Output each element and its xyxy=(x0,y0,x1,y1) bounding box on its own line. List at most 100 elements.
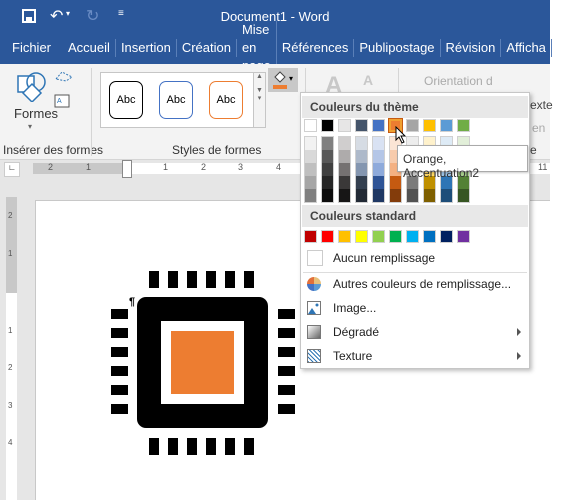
chip-pin xyxy=(187,271,197,288)
more-fill-colors-item[interactable]: Autres couleurs de remplissage... xyxy=(301,273,529,295)
theme-shade-swatch[interactable] xyxy=(373,137,384,150)
theme-color-swatch[interactable] xyxy=(304,119,317,132)
theme-shade-swatch[interactable] xyxy=(305,137,316,150)
theme-color-swatch[interactable] xyxy=(338,119,351,132)
gallery-scroll[interactable]: ▲ ▼ ▾ xyxy=(253,72,266,128)
edit-shape-icon[interactable] xyxy=(54,69,76,83)
theme-shade-swatch[interactable] xyxy=(373,150,384,163)
theme-shade-swatch[interactable] xyxy=(390,176,401,189)
standard-color-swatch[interactable] xyxy=(457,230,470,243)
theme-shade-swatch[interactable] xyxy=(458,189,469,202)
theme-color-swatch[interactable] xyxy=(321,119,334,132)
theme-color-swatch[interactable] xyxy=(406,119,419,132)
chip-pin xyxy=(244,271,254,288)
style-sample-orange[interactable]: Abc xyxy=(209,81,243,119)
texture-fill-item[interactable]: Texture xyxy=(301,345,529,367)
standard-color-swatch[interactable] xyxy=(304,230,317,243)
gradient-fill-label: Dégradé xyxy=(333,325,380,339)
ruler-tick: 11 xyxy=(538,162,548,172)
ruler-tick: 1 xyxy=(8,249,13,258)
more-fill-colors-label: Autres couleurs de remplissage... xyxy=(333,277,512,291)
chip-pin xyxy=(187,438,197,455)
shapes-label[interactable]: Formes xyxy=(14,106,58,121)
style-sample-black[interactable]: Abc xyxy=(109,81,143,119)
chip-pin xyxy=(278,404,295,414)
theme-shade-swatch[interactable] xyxy=(424,189,435,202)
theme-shade-swatch[interactable] xyxy=(373,163,384,176)
text-box-icon[interactable]: A xyxy=(54,94,70,108)
paint-bucket-icon xyxy=(273,71,287,89)
theme-shade-swatch[interactable] xyxy=(339,189,350,202)
theme-shade-swatch[interactable] xyxy=(441,189,452,202)
indent-marker[interactable] xyxy=(122,160,132,178)
chip-pin xyxy=(111,328,128,338)
chip-pin xyxy=(111,404,128,414)
theme-shade-swatch[interactable] xyxy=(356,176,367,189)
theme-shade-swatch[interactable] xyxy=(305,150,316,163)
standard-color-swatch[interactable] xyxy=(389,230,402,243)
theme-shade-swatch[interactable] xyxy=(305,176,316,189)
vertical-ruler[interactable] xyxy=(6,293,17,500)
tab-creation[interactable]: Création xyxy=(177,39,237,57)
tab-affichage[interactable]: Afficha xyxy=(501,39,552,57)
gradient-fill-item[interactable]: Dégradé xyxy=(301,321,529,343)
theme-shade-swatch[interactable] xyxy=(356,163,367,176)
standard-color-swatch[interactable] xyxy=(338,230,351,243)
theme-shade-swatch[interactable] xyxy=(322,150,333,163)
ruler-tick: 1 xyxy=(163,162,169,172)
theme-shade-swatch[interactable] xyxy=(356,150,367,163)
texture-fill-label: Texture xyxy=(333,349,373,363)
theme-shade-swatch[interactable] xyxy=(339,137,350,150)
theme-shade-swatch[interactable] xyxy=(305,163,316,176)
no-fill-item[interactable]: Aucun remplissage xyxy=(301,247,529,269)
chip-pin xyxy=(168,271,178,288)
chip-pin xyxy=(111,366,128,376)
shapes-dropdown-icon[interactable]: ▾ xyxy=(28,122,32,131)
theme-shade-swatch[interactable] xyxy=(339,163,350,176)
tab-publipostage[interactable]: Publipostage xyxy=(354,39,441,57)
image-fill-item[interactable]: Image... xyxy=(301,297,529,319)
standard-color-swatch[interactable] xyxy=(440,230,453,243)
shapes-icon[interactable] xyxy=(16,70,48,102)
theme-color-swatch[interactable] xyxy=(372,119,385,132)
shape-fill-button[interactable]: ▾ xyxy=(268,68,298,92)
theme-shade-swatch[interactable] xyxy=(356,137,367,150)
ruler-tick: 2 xyxy=(8,211,13,220)
style-sample-blue[interactable]: Abc xyxy=(159,81,193,119)
theme-shade-swatch[interactable] xyxy=(322,176,333,189)
standard-color-swatch[interactable] xyxy=(321,230,334,243)
shape-styles-gallery[interactable]: Abc Abc Abc xyxy=(100,72,262,128)
tab-insertion[interactable]: Insertion xyxy=(116,39,177,57)
tab-selector[interactable]: ∟ xyxy=(4,162,20,177)
theme-shade-swatch[interactable] xyxy=(322,163,333,176)
standard-color-swatch[interactable] xyxy=(423,230,436,243)
theme-color-swatch[interactable] xyxy=(423,119,436,132)
theme-shade-swatch[interactable] xyxy=(373,176,384,189)
theme-shade-swatch[interactable] xyxy=(322,189,333,202)
chip-pin xyxy=(206,438,216,455)
theme-shade-swatch[interactable] xyxy=(373,189,384,202)
theme-shade-swatch[interactable] xyxy=(390,189,401,202)
theme-shade-swatch[interactable] xyxy=(339,150,350,163)
tab-references[interactable]: Références xyxy=(277,39,355,57)
theme-color-swatch[interactable] xyxy=(457,119,470,132)
theme-shade-swatch[interactable] xyxy=(322,137,333,150)
shape-fill-dropdown: Couleurs du thème Couleurs standard Aucu… xyxy=(300,92,530,369)
standard-color-swatch[interactable] xyxy=(406,230,419,243)
theme-shade-swatch[interactable] xyxy=(339,176,350,189)
theme-shade-swatch[interactable] xyxy=(407,189,418,202)
tab-revision[interactable]: Révision xyxy=(441,39,502,57)
tab-fichier[interactable]: Fichier xyxy=(0,39,63,57)
standard-color-swatch[interactable] xyxy=(355,230,368,243)
chip-core[interactable] xyxy=(171,331,234,394)
tab-accueil[interactable]: Accueil xyxy=(63,39,116,57)
theme-shade-swatch[interactable] xyxy=(305,189,316,202)
ruler-tick: 2 xyxy=(48,162,54,172)
standard-color-swatch[interactable] xyxy=(372,230,385,243)
fill-dropdown-icon[interactable]: ▾ xyxy=(289,74,293,83)
chip-pin xyxy=(111,347,128,357)
theme-color-swatch[interactable] xyxy=(440,119,453,132)
theme-shade-swatch[interactable] xyxy=(356,189,367,202)
theme-color-swatch[interactable] xyxy=(355,119,368,132)
chip-pin xyxy=(278,366,295,376)
